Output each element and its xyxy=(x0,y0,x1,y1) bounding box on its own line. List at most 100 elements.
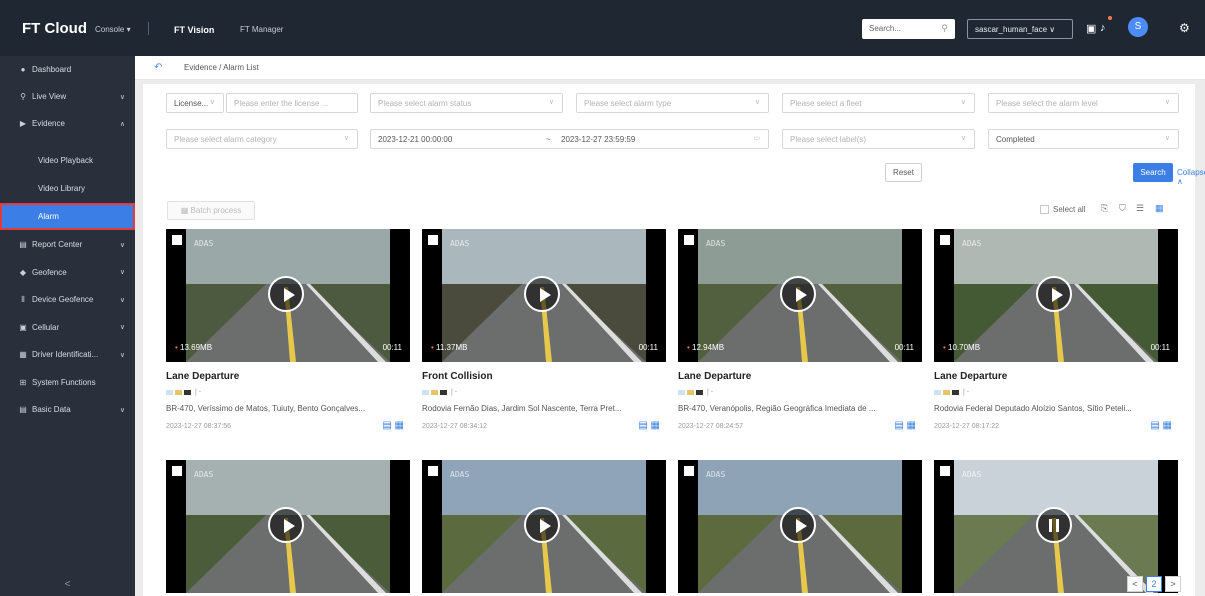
date-range-picker[interactable]: 2023-12-21 00:00:00 ~ 2023-12-27 23:59:5… xyxy=(370,129,769,149)
play-button[interactable] xyxy=(780,507,816,543)
sidebar-item-system-functions[interactable]: ⊞ System Functions xyxy=(0,369,135,396)
global-search-input[interactable]: Search... ⚲ xyxy=(862,19,955,39)
alarm-category-select[interactable]: Please select alarm category ∨ xyxy=(166,129,358,149)
settings-icon[interactable]: ⚙ xyxy=(1179,21,1190,35)
sidebar-item-driver-identificati[interactable]: ▦ Driver Identificati... ∨ xyxy=(0,341,135,368)
video-thumbnail[interactable]: ADAS xyxy=(678,460,922,593)
date-end: 2023-12-27 23:59:59 xyxy=(561,135,636,144)
alarm-card[interactable]: ADAS xyxy=(678,460,922,596)
sidebar-item-geofence[interactable]: ◆ Geofence ∨ xyxy=(0,259,135,286)
alarm-time: 2023-12-27 08:24:57 xyxy=(678,423,743,430)
video-duration: 00:11 xyxy=(1150,343,1170,352)
nav-ft-manager[interactable]: FT Manager xyxy=(240,25,283,34)
play-button[interactable] xyxy=(524,276,560,312)
nav-ft-vision[interactable]: FT Vision xyxy=(174,25,214,35)
card-actions: ▤ ▦ xyxy=(894,420,916,431)
list-view-icon[interactable]: ☰ xyxy=(1136,203,1144,214)
reset-button[interactable]: Reset xyxy=(885,163,922,182)
sidebar-item-dashboard[interactable]: ● Dashboard xyxy=(0,56,135,83)
report-icon[interactable]: ▤ xyxy=(638,420,647,431)
video-thumbnail[interactable]: ADAS 12.94MB 00:11 xyxy=(678,229,922,362)
video-thumbnail[interactable]: ADAS 10.70MB 00:11 xyxy=(934,229,1178,362)
pause-button[interactable] xyxy=(1036,507,1072,543)
avatar[interactable]: S xyxy=(1128,17,1148,37)
grid-view-icon[interactable]: ▦ xyxy=(1155,203,1164,214)
pagination-next-button[interactable]: > xyxy=(1165,576,1181,592)
play-button[interactable] xyxy=(524,507,560,543)
filter-icon[interactable]: ⛉ xyxy=(1119,203,1126,214)
card-checkbox[interactable] xyxy=(428,466,438,476)
document-icon[interactable]: ▦ xyxy=(1163,420,1172,431)
console-menu[interactable]: Console ▾ xyxy=(95,25,131,34)
play-button[interactable] xyxy=(780,276,816,312)
card-checkbox[interactable] xyxy=(940,466,950,476)
sidebar-item-live-view[interactable]: ⚲ Live View ∨ xyxy=(0,83,135,110)
report-icon[interactable]: ▤ xyxy=(894,420,903,431)
checkbox[interactable] xyxy=(1040,205,1049,214)
select-all-checkbox[interactable]: Select all xyxy=(1040,205,1085,214)
card-checkbox[interactable] xyxy=(684,235,694,245)
card-checkbox[interactable] xyxy=(172,235,182,245)
chevron-icon: ∨ xyxy=(119,93,125,101)
fleet-select[interactable]: Please select a fleet ∨ xyxy=(782,93,975,113)
sidebar-item-report-center[interactable]: ▤ Report Center ∨ xyxy=(0,231,135,258)
play-button[interactable] xyxy=(1036,276,1072,312)
card-checkbox[interactable] xyxy=(940,235,950,245)
video-thumbnail[interactable]: ADAS xyxy=(422,460,666,593)
report-icon[interactable]: ▤ xyxy=(382,420,391,431)
search-placeholder: Search... xyxy=(869,24,902,33)
batch-process-button[interactable]: ▦ Batch process xyxy=(167,201,255,220)
back-icon[interactable]: ↶ xyxy=(154,62,162,73)
alarm-type-select[interactable]: Please select alarm type ∨ xyxy=(576,93,769,113)
video-thumbnail[interactable]: ADAS xyxy=(166,460,410,593)
play-button[interactable] xyxy=(268,276,304,312)
video-thumbnail[interactable]: ADAS 13.69MB 00:11 xyxy=(166,229,410,362)
search-button[interactable]: Search xyxy=(1133,163,1173,182)
document-icon[interactable]: ▦ xyxy=(395,420,404,431)
label-select[interactable]: Please select label(s) ∨ xyxy=(782,129,975,149)
license-input[interactable]: Please enter the license ... xyxy=(226,93,358,113)
sidebar-item-video-library[interactable]: Video Library xyxy=(0,175,135,202)
alarm-card[interactable]: ADAS 13.69MB 00:11 Lane Departure | - BR… xyxy=(166,229,410,447)
alarm-card[interactable]: ADAS xyxy=(166,460,410,596)
card-checkbox[interactable] xyxy=(172,466,182,476)
report-icon[interactable]: ▤ xyxy=(1150,420,1159,431)
play-button[interactable] xyxy=(268,507,304,543)
export-icon[interactable]: ⎘ xyxy=(1101,203,1108,214)
adas-label: ADAS xyxy=(194,239,214,248)
process-status-select[interactable]: Completed ∨ xyxy=(988,129,1179,149)
pagination-prev-button[interactable]: < xyxy=(1127,576,1143,592)
chevron-down-icon: ∨ xyxy=(1164,99,1170,106)
card-checkbox[interactable] xyxy=(428,235,438,245)
app-logo[interactable]: FT Cloud xyxy=(22,20,87,37)
sidebar-icon: ▣ xyxy=(19,322,27,332)
card-checkbox[interactable] xyxy=(684,466,694,476)
pagination-page[interactable]: 2 xyxy=(1146,576,1162,592)
sidebar-item-cellular[interactable]: ▣ Cellular ∨ xyxy=(0,314,135,341)
sidebar-item-basic-data[interactable]: ▤ Basic Data ∨ xyxy=(0,396,135,423)
camera-icon[interactable]: ▣ xyxy=(1086,22,1096,35)
sidebar-item-device-geofence[interactable]: ⦀ Device Geofence ∨ xyxy=(0,286,135,313)
video-thumbnail[interactable]: ADAS 11.37MB 00:11 xyxy=(422,229,666,362)
alarm-card[interactable]: ADAS 11.37MB 00:11 Front Collision | - R… xyxy=(422,229,666,447)
document-icon[interactable]: ▦ xyxy=(651,420,660,431)
search-icon[interactable]: ⚲ xyxy=(941,23,948,34)
bell-icon[interactable]: ♪ xyxy=(1100,22,1106,34)
alarm-card[interactable]: ADAS 10.70MB 00:11 Lane Departure | - Ro… xyxy=(934,229,1178,447)
date-start: 2023-12-21 00:00:00 xyxy=(378,135,453,144)
license-type-select[interactable]: License... ∨ xyxy=(166,93,224,113)
document-icon[interactable]: ▦ xyxy=(907,420,916,431)
file-size: 13.69MB xyxy=(175,343,212,352)
alarm-level-select[interactable]: Please select the alarm level ∨ xyxy=(988,93,1179,113)
video-thumbnail[interactable]: ADAS xyxy=(934,460,1178,593)
sidebar-item-alarm[interactable]: Alarm xyxy=(0,203,135,230)
tenant-select[interactable]: sascar_human_face ∨ xyxy=(967,19,1073,39)
alarm-card[interactable]: ADAS 12.94MB 00:11 Lane Departure | - BR… xyxy=(678,229,922,447)
alarm-status-select[interactable]: Please select alarm status ∨ xyxy=(370,93,563,113)
alarm-time: 2023-12-27 08:17:22 xyxy=(934,423,999,430)
sidebar-item-video-playback[interactable]: Video Playback xyxy=(0,147,135,174)
alarm-card[interactable]: ADAS xyxy=(422,460,666,596)
sidebar-collapse-button[interactable]: < xyxy=(0,574,135,596)
sidebar-item-evidence[interactable]: ▶ Evidence ∧ xyxy=(0,110,135,137)
collapse-filters-button[interactable]: Collapse ∧ xyxy=(1177,168,1205,186)
